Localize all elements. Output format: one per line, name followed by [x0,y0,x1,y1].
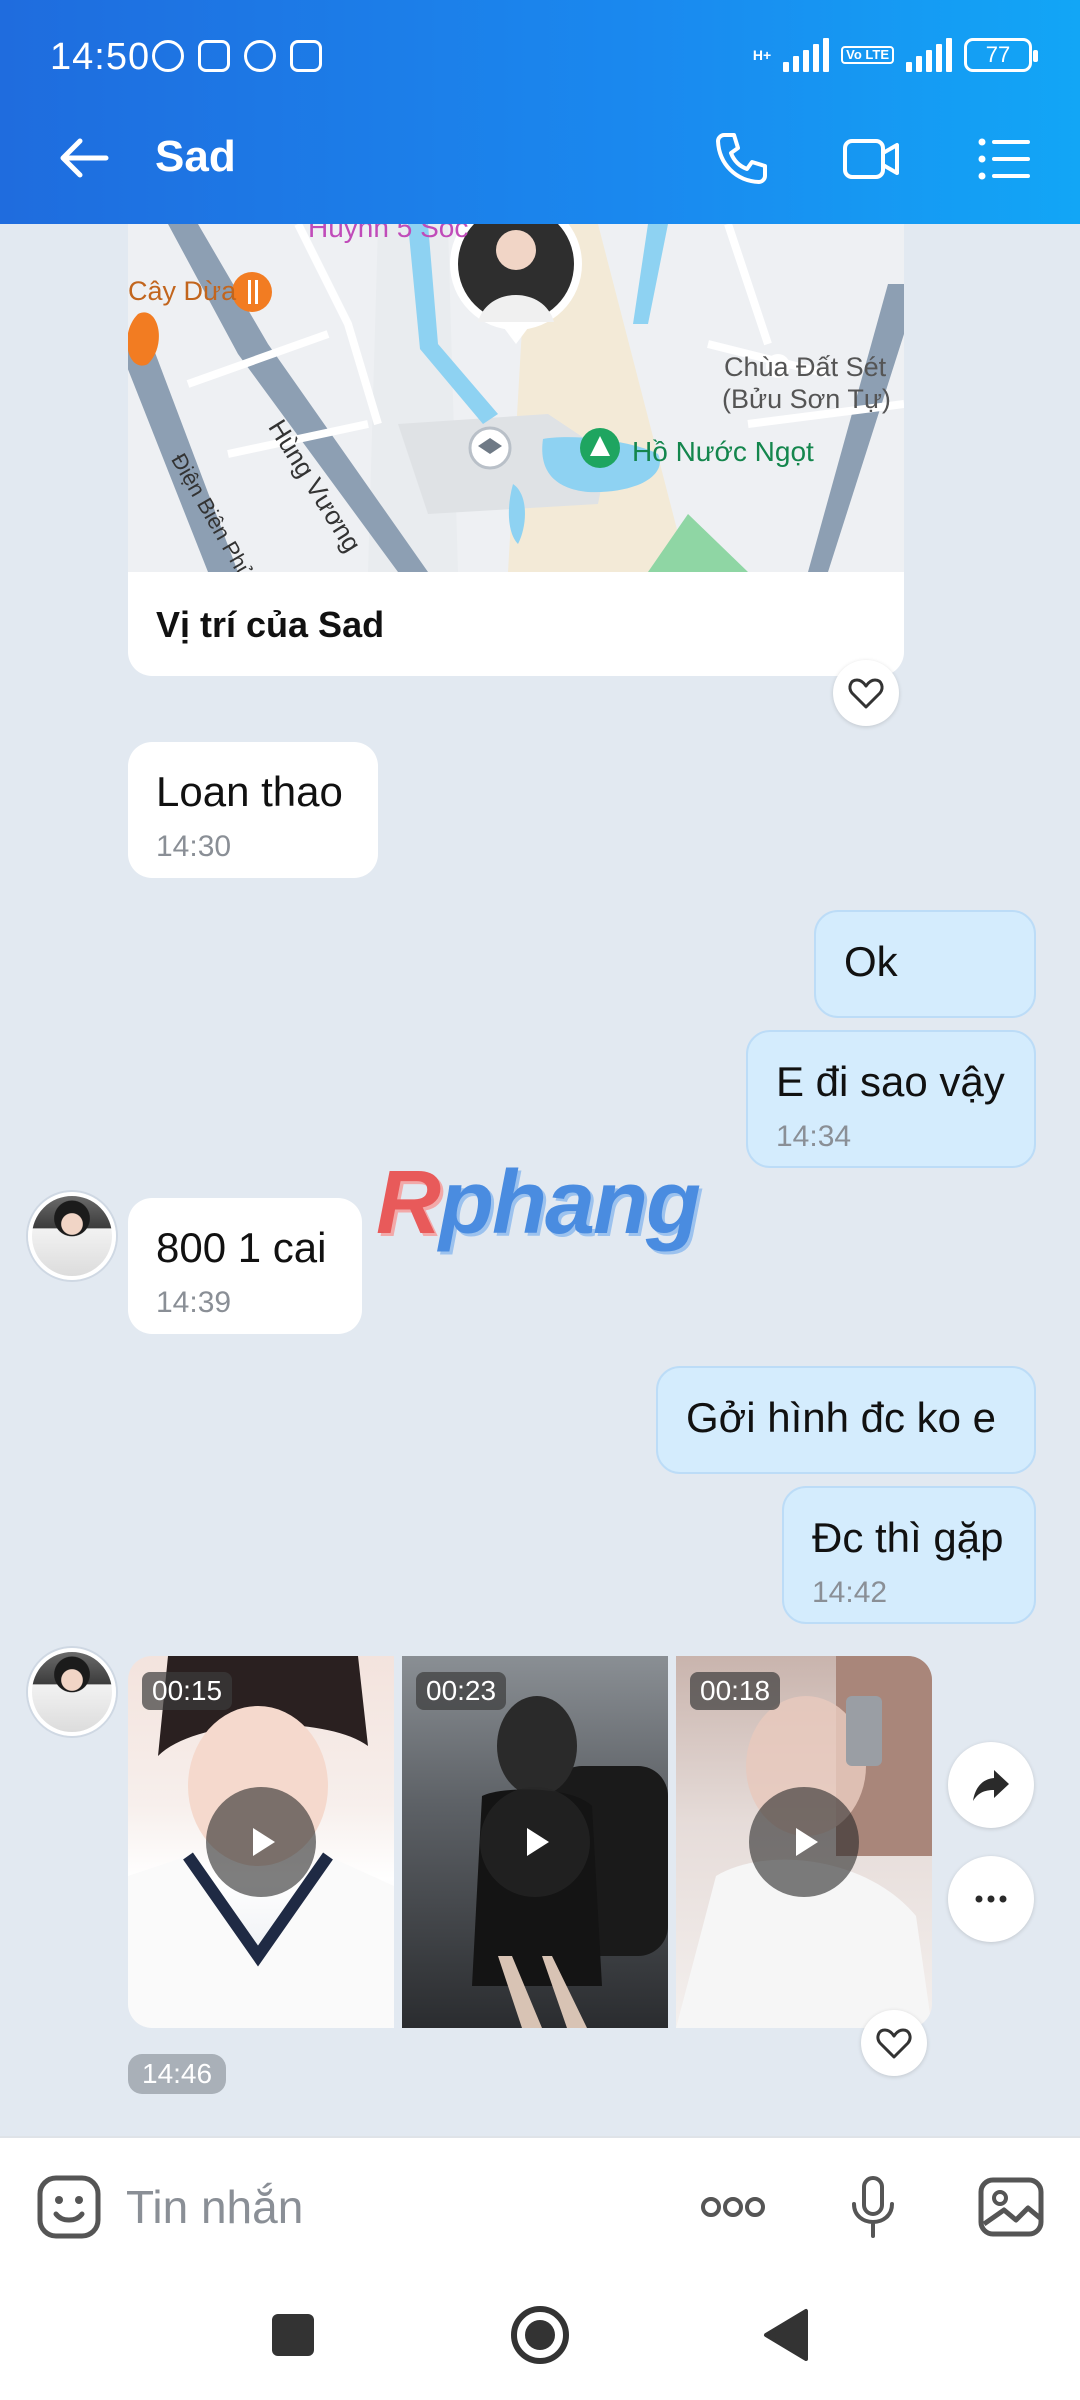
message-input-bar: Tin nhắn [0,2136,1080,2270]
upload-icon [290,40,322,72]
back-nav-icon[interactable] [752,2300,822,2370]
message-bubble-incoming[interactable]: 800 1 cai 14:39 [128,1198,362,1334]
message-text: Đc thì gặp [812,1514,1004,1561]
heart-icon [848,678,884,709]
video-thumbnail[interactable]: 00:18 [676,1656,932,2028]
message-bubble-incoming[interactable]: Loan thao 14:30 [128,742,378,878]
sticker-icon[interactable] [34,2172,104,2242]
share-arrow-icon [973,1770,1009,1801]
more-dots-icon [975,1895,1007,1903]
play-button[interactable] [206,1787,316,1897]
message-text: Ok [844,938,898,985]
message-text: Loan thao [156,768,343,815]
location-card[interactable]: Huỳnh 5 Sóc Cây Dừa Hùng Vương Điện Biên… [128,224,904,676]
message-text: 800 1 cai [156,1224,327,1271]
more-horizontal-icon[interactable] [698,2172,768,2242]
video-duration: 00:23 [416,1672,507,1710]
video-duration: 00:15 [142,1672,233,1710]
react-heart-button[interactable] [861,2010,927,2076]
play-icon [253,1828,275,1856]
message-time: 14:30 [156,830,232,863]
video-duration: 00:18 [690,1672,781,1710]
chat-title[interactable]: Sad [155,132,236,182]
image-gallery-icon[interactable] [976,2172,1046,2242]
message-text: Gởi hình đc ko e [686,1394,997,1441]
map-label-chua-dat-set: Chùa Đất Sét [724,352,887,382]
play-button[interactable] [480,1787,590,1897]
map-label-ho-nuoc-ngot: Hồ Nước Ngọt [632,436,814,467]
notification-icons [152,40,322,72]
watermark-logo: Rphang [376,1153,701,1253]
video-call-icon[interactable] [838,126,904,192]
zalo-icon [198,40,230,72]
back-arrow-icon[interactable] [54,128,114,188]
map-preview[interactable]: Huỳnh 5 Sóc Cây Dừa Hùng Vương Điện Biên… [128,224,904,572]
map-label-huynh-soc: Huỳnh 5 Sóc [308,224,469,243]
app-icon [244,40,276,72]
message-bubble-outgoing[interactable]: E đi sao vậy 14:34 [746,1030,1036,1168]
chat-header: Sad [0,92,1080,224]
message-input[interactable]: Tin nhắn [126,2180,303,2234]
videos-timestamp: 14:46 [128,2054,227,2094]
avatar[interactable] [28,1192,116,1280]
network-type: H+ [752,47,772,63]
message-bubble-outgoing[interactable]: Đc thì gặp 14:42 [782,1486,1036,1624]
more-options-button[interactable] [948,1856,1034,1942]
menu-list-icon[interactable] [970,126,1036,192]
system-navigation-bar [0,2270,1080,2400]
signal-icon [783,38,830,72]
status-indicators: H+ Vo LTE 77 [752,38,1038,72]
message-time: 14:34 [776,1120,852,1153]
battery-icon: 77 [964,38,1038,72]
alarm-icon [152,40,184,72]
status-time: 14:50 [50,36,151,78]
phone-icon[interactable] [708,126,774,192]
message-bubble-outgoing[interactable]: Ok [814,910,1036,1018]
video-thumbnail[interactable]: 00:15 [128,1656,394,2028]
share-button[interactable] [948,1742,1034,1828]
play-icon [796,1828,818,1856]
battery-level: 77 [985,42,1011,67]
recent-apps-icon[interactable] [258,2300,328,2370]
volte-icon: Vo LTE [841,46,894,64]
message-text: E đi sao vậy [776,1058,1005,1105]
avatar[interactable] [28,1648,116,1736]
message-time: 14:42 [812,1576,888,1609]
home-icon[interactable] [505,2300,575,2370]
message-time: 14:39 [156,1286,232,1319]
signal-icon-2 [906,38,952,72]
play-button[interactable] [749,1787,859,1897]
map-label-buu-son-tu: (Bửu Sơn Tự) [722,384,891,414]
status-bar: 14:50 H+ Vo LTE 77 [0,0,1080,92]
heart-icon [876,2028,912,2059]
react-heart-button[interactable] [833,660,899,726]
microphone-icon[interactable] [838,2172,908,2242]
video-thumbnail[interactable]: 00:23 [402,1656,668,2028]
message-bubble-outgoing[interactable]: Gởi hình đc ko e [656,1366,1036,1474]
map-label-cay-dua: Cây Dừa [128,276,237,306]
location-caption: Vị trí của Sad [156,604,385,645]
play-icon [527,1828,549,1856]
